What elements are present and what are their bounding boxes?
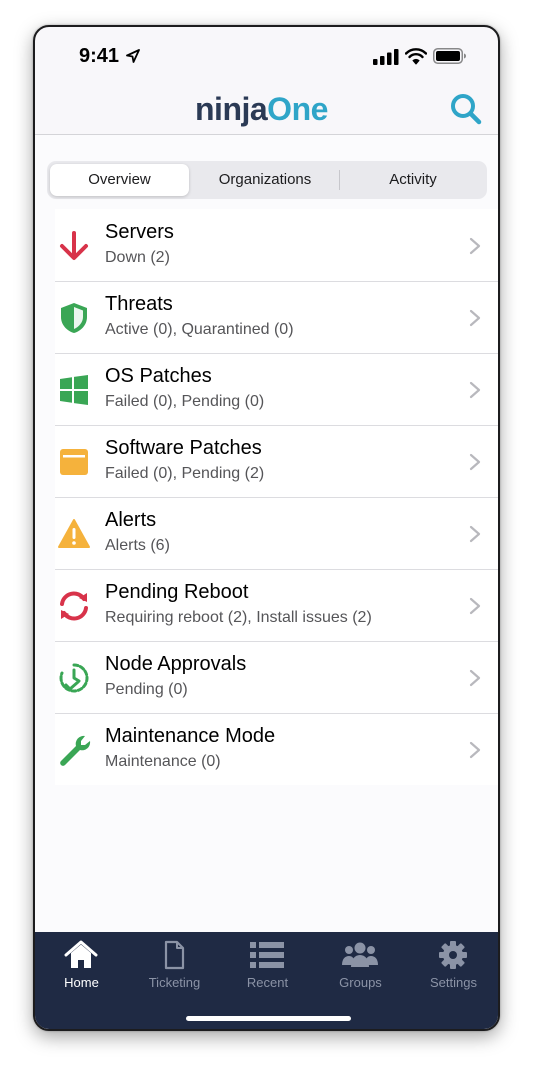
- item-subtitle: Down (2): [105, 249, 170, 266]
- list-icon: [250, 942, 284, 968]
- list-item-servers[interactable]: Servers Down (2): [55, 209, 498, 281]
- chevron-right-icon: [469, 741, 481, 759]
- list-item-node-approvals[interactable]: Node Approvals Pending (0): [55, 641, 498, 713]
- cellular-signal-icon: [373, 49, 399, 65]
- item-title: Software Patches: [105, 437, 262, 459]
- list-item-threats[interactable]: Threats Active (0), Quarantined (0): [55, 281, 498, 353]
- refresh-icon: [60, 591, 88, 621]
- tab-settings[interactable]: Settings: [407, 932, 498, 1002]
- item-subtitle: Active (0), Quarantined (0): [105, 321, 294, 338]
- chevron-right-icon: [469, 669, 481, 687]
- list-item-os-patches[interactable]: OS Patches Failed (0), Pending (0): [55, 353, 498, 425]
- down-arrow-icon: [60, 231, 88, 260]
- item-title: OS Patches: [105, 365, 212, 387]
- item-title: Alerts: [105, 509, 157, 531]
- overview-list: Servers Down (2) Threats Active (0), Qua…: [55, 209, 498, 785]
- chevron-right-icon: [469, 453, 481, 471]
- home-icon: [64, 940, 98, 968]
- item-title: Threats: [105, 293, 173, 315]
- list-item-maintenance-mode[interactable]: Maintenance Mode Maintenance (0): [55, 713, 498, 785]
- segment-organizations[interactable]: Organizations: [195, 164, 335, 196]
- item-subtitle: Maintenance (0): [105, 753, 221, 770]
- item-title: Maintenance Mode: [105, 725, 276, 747]
- list-item-pending-reboot[interactable]: Pending Reboot Requiring reboot (2), Ins…: [55, 569, 498, 641]
- chevron-right-icon: [469, 597, 481, 615]
- segment-overview[interactable]: Overview: [50, 164, 189, 196]
- tab-recent[interactable]: Recent: [221, 932, 314, 1002]
- wrench-icon: [60, 735, 91, 766]
- search-icon[interactable]: [448, 91, 484, 127]
- clock-check-icon: [59, 663, 89, 693]
- status-bar: 9:41: [35, 27, 498, 87]
- battery-icon: [433, 48, 466, 64]
- item-title: Node Approvals: [105, 653, 247, 675]
- chevron-right-icon: [469, 381, 481, 399]
- ninjaone-logo: ninjaOne: [195, 91, 328, 127]
- tab-bar: Home Ticketing Recent Groups Settings: [35, 932, 498, 1029]
- item-subtitle: Pending (0): [105, 681, 188, 698]
- item-subtitle: Failed (0), Pending (2): [105, 465, 265, 482]
- tab-ticketing[interactable]: Ticketing: [128, 932, 221, 1002]
- groups-icon: [342, 942, 378, 967]
- chevron-right-icon: [469, 525, 481, 543]
- window-icon: [60, 449, 88, 475]
- item-subtitle: Alerts (6): [105, 537, 170, 554]
- warning-icon: [58, 519, 90, 548]
- tab-groups[interactable]: Groups: [314, 932, 407, 1002]
- chevron-right-icon: [469, 309, 481, 327]
- item-subtitle: Requiring reboot (2), Install issues (2): [105, 609, 372, 626]
- status-time: 9:41: [79, 45, 120, 67]
- wifi-icon: [405, 48, 427, 65]
- item-subtitle: Failed (0), Pending (0): [105, 393, 265, 410]
- segment-activity[interactable]: Activity: [343, 164, 483, 196]
- phone-frame: 9:41 ninjaOne Overview Organizations Act…: [33, 25, 500, 1031]
- segment-divider: [339, 170, 340, 190]
- location-arrow-icon: [126, 49, 140, 63]
- gear-icon: [439, 941, 467, 969]
- nav-header: ninjaOne: [35, 87, 498, 135]
- document-icon: [164, 940, 185, 970]
- chevron-right-icon: [469, 237, 481, 255]
- list-item-alerts[interactable]: Alerts Alerts (6): [55, 497, 498, 569]
- shield-icon: [61, 303, 87, 333]
- windows-icon: [60, 375, 88, 405]
- item-title: Servers: [105, 221, 174, 243]
- home-indicator[interactable]: [186, 1016, 351, 1021]
- item-title: Pending Reboot: [105, 581, 249, 603]
- main-content: Overview Organizations Activity Servers …: [35, 135, 498, 932]
- list-item-software-patches[interactable]: Software Patches Failed (0), Pending (2): [55, 425, 498, 497]
- segmented-control: Overview Organizations Activity: [47, 161, 487, 199]
- tab-home[interactable]: Home: [35, 932, 128, 1002]
